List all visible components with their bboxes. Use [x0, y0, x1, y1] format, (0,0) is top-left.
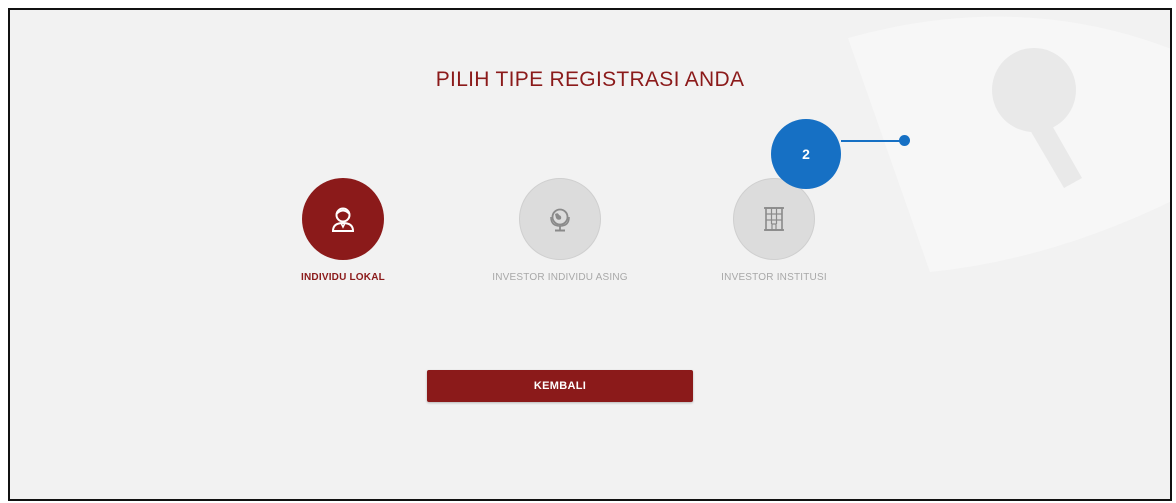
back-button[interactable]: KEMBALI	[427, 370, 693, 402]
option-individu-lokal[interactable]: INDIVIDU LOKAL	[223, 178, 463, 283]
option-label: INDIVIDU LOKAL	[301, 272, 385, 283]
registration-type-screen: PILIH TIPE REGISTRASI ANDA INDIVIDU LOKA…	[8, 8, 1172, 501]
option-label: INVESTOR INSTITUSI	[721, 272, 827, 283]
annotation-connector-line	[841, 140, 905, 142]
page-title: PILIH TIPE REGISTRASI ANDA	[435, 68, 745, 91]
option-icon-circle[interactable]	[733, 178, 815, 260]
building-icon	[764, 207, 784, 231]
option-label: INVESTOR INDIVIDU ASING	[492, 272, 628, 283]
option-icon-circle[interactable]	[302, 178, 384, 260]
person-icon	[331, 207, 355, 232]
option-icon-circle[interactable]	[519, 178, 601, 260]
option-investor-individu-asing[interactable]: INVESTOR INDIVIDU ASING	[440, 178, 680, 283]
annotation-callout-badge: 2	[771, 119, 841, 189]
annotation-pointer-dot	[899, 135, 910, 146]
option-investor-institusi[interactable]: INVESTOR INSTITUSI	[654, 178, 894, 283]
globe-icon	[550, 208, 570, 232]
